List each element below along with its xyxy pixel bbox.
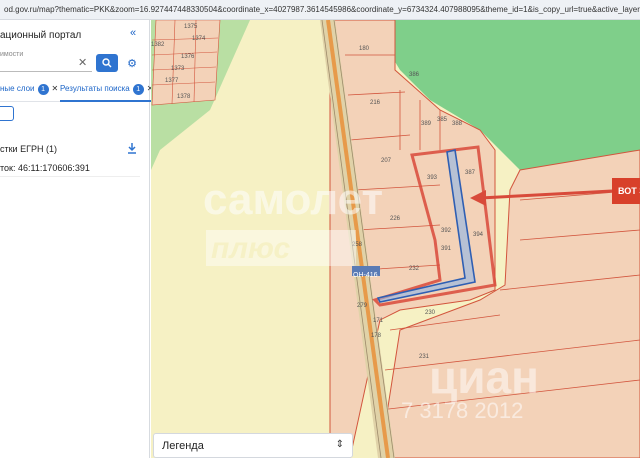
tab-search-results-count: 1 <box>132 84 144 95</box>
parcel-label: 1374 <box>192 36 206 42</box>
cadastral-grid <box>151 20 221 106</box>
plot-cadastral-number[interactable]: ток: 46:11:170606:391 <box>0 163 90 173</box>
parcel-label: 232 <box>409 266 420 272</box>
parcel-label: 1382 <box>151 42 165 48</box>
portal-title: ационный портал <box>0 30 82 41</box>
tab-layers[interactable]: ные слои 1 ✕ <box>0 84 58 95</box>
back-button[interactable] <box>0 106 14 121</box>
parcel-label: 394 <box>473 232 484 238</box>
parcel-label: 216 <box>370 100 381 106</box>
parcel-label: 393 <box>427 175 438 181</box>
parcel-label: 226 <box>390 216 401 222</box>
watermark-bottom: циан <box>429 351 539 403</box>
legend-label: Легенда <box>162 440 204 452</box>
filter-settings-icon[interactable]: ⚙ <box>124 56 140 72</box>
parcel-label: 389 <box>421 121 432 127</box>
parcel-label: 387 <box>465 170 476 176</box>
legend-panel[interactable]: Легенда ⇕ <box>153 433 353 458</box>
parcel-label: 171 <box>373 318 384 324</box>
watermark-title: самолет <box>203 175 384 224</box>
parcel-label: 392 <box>441 228 452 234</box>
watermark-phone: 7 3178 2012 <box>401 398 524 423</box>
address-bar[interactable]: od.gov.ru/map?thematic=PKK&zoom=16.92744… <box>0 0 640 20</box>
parcel-label: 385 <box>437 117 448 123</box>
egrn-section-title: стки ЕГРН (1) <box>0 144 57 154</box>
parcel-label: 230 <box>425 310 436 316</box>
tab-layers-count: 1 <box>37 84 49 95</box>
tab-search-results-label: Результаты поиска <box>60 84 130 93</box>
parcel-label: 178 <box>371 333 382 339</box>
parcel-label: 231 <box>419 354 430 360</box>
search-icon <box>102 58 112 68</box>
parcel-label: 207 <box>381 158 392 164</box>
parcel-label: 279 <box>357 303 368 309</box>
parcel-label: 1376 <box>181 54 195 60</box>
map-canvas[interactable]: ОН-416 1375 1374 1373 1377 1376 1378 138… <box>151 20 640 458</box>
close-icon[interactable]: ✕ <box>52 84 59 93</box>
parcel-label: 386 <box>409 72 420 78</box>
parcel-label: 391 <box>441 246 452 252</box>
collapse-panel-button[interactable]: « <box>124 26 142 40</box>
tab-search-results[interactable]: Результаты поиска 1 ✕ <box>60 84 154 102</box>
search-button[interactable] <box>96 54 118 72</box>
tab-layers-label: ные слои <box>0 84 35 93</box>
divider <box>0 176 140 177</box>
road-label: ОН-416 <box>353 272 378 279</box>
expand-icon[interactable]: ⇕ <box>336 439 344 450</box>
download-icon[interactable] <box>126 142 138 154</box>
sidebar-panel: ационный портал « имости ✕ ⚙ ные слои 1 ✕ … <box>0 20 154 458</box>
clear-icon[interactable]: ✕ <box>78 56 87 69</box>
parcel-label: 1373 <box>171 66 185 72</box>
parcel-label: 388 <box>452 121 463 127</box>
tab-bar: ные слои 1 ✕ Результаты поиска 1 ✕ <box>0 80 154 102</box>
parcel-label: 1375 <box>184 24 198 30</box>
watermark-sub: плюс <box>211 232 291 265</box>
callout-label: ВОТ Э <box>612 178 640 204</box>
parcel-label: 1377 <box>165 78 179 84</box>
parcel-label: 1378 <box>177 94 191 100</box>
parcel-label: 180 <box>359 46 370 52</box>
